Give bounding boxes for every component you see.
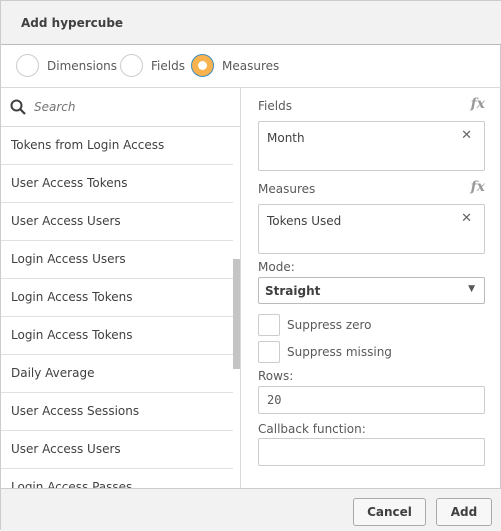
dialog-footer: Cancel Add	[1, 488, 501, 531]
radio-circle[interactable]	[120, 54, 143, 77]
checkbox-label: Suppress zero	[287, 318, 372, 332]
type-radio-group: Dimensions Fields Measures	[1, 45, 501, 88]
list-item[interactable]: User Access Sessions	[1, 393, 233, 431]
properties-panel: Fields fx Month ✕ Measures fx Tokens Used…	[242, 88, 501, 488]
close-icon[interactable]: ✕	[461, 211, 472, 226]
list-item[interactable]: Login Access Passes	[1, 469, 233, 488]
list-item[interactable]: Tokens from Login Access	[1, 127, 233, 165]
dialog-header: Add hypercube	[1, 1, 501, 45]
fx-icon[interactable]: fx	[471, 96, 485, 112]
scrollbar-thumb[interactable]	[233, 259, 240, 369]
radio-circle-selected[interactable]	[191, 54, 214, 77]
measures-box[interactable]: Tokens Used ✕	[258, 204, 485, 254]
mode-select[interactable]: Straight ▼	[258, 277, 485, 304]
cancel-button[interactable]: Cancel	[353, 498, 426, 526]
rows-label: Rows:	[258, 369, 294, 383]
field-chip: Month	[267, 131, 305, 145]
radio-dimensions[interactable]: Dimensions	[16, 54, 117, 77]
mode-label: Mode:	[258, 260, 295, 274]
radio-circle[interactable]	[16, 54, 39, 77]
list-item[interactable]: Login Access Users	[1, 241, 233, 279]
measure-list: Tokens from Login Access User Access Toke…	[1, 127, 240, 488]
checkbox[interactable]	[258, 314, 280, 336]
list-item[interactable]: Login Access Tokens	[1, 279, 233, 317]
list-item[interactable]: Daily Average	[1, 355, 233, 393]
add-button[interactable]: Add	[436, 498, 492, 526]
checkbox[interactable]	[258, 341, 280, 363]
list-item[interactable]: User Access Tokens	[1, 165, 233, 203]
list-item[interactable]: Login Access Tokens	[1, 317, 233, 355]
fields-box[interactable]: Month ✕	[258, 121, 485, 171]
search-icon	[10, 99, 26, 115]
callback-label: Callback function:	[258, 422, 366, 436]
chevron-down-icon: ▼	[468, 284, 475, 294]
callback-input[interactable]	[258, 438, 485, 466]
mode-value: Straight	[265, 284, 321, 298]
list-item[interactable]: User Access Users	[1, 203, 233, 241]
suppress-zero-checkbox[interactable]: Suppress zero	[258, 314, 372, 336]
measure-list-panel: Tokens from Login AccessUser Access Toke…	[1, 88, 241, 488]
measure-chip: Tokens Used	[267, 214, 342, 228]
search-input[interactable]	[34, 100, 214, 114]
measures-label: Measures	[258, 182, 316, 196]
search-bar	[1, 88, 240, 127]
fields-label: Fields	[258, 99, 292, 113]
radio-label: Dimensions	[47, 58, 118, 73]
list-item[interactable]: User Access Users	[1, 431, 233, 469]
rows-input[interactable]	[258, 386, 485, 414]
radio-fields[interactable]: Fields	[120, 54, 185, 77]
radio-label: Measures	[222, 58, 280, 73]
fx-icon[interactable]: fx	[471, 179, 485, 195]
radio-label: Fields	[151, 58, 185, 73]
suppress-missing-checkbox[interactable]: Suppress missing	[258, 341, 392, 363]
dialog-title: Add hypercube	[21, 16, 124, 30]
checkbox-label: Suppress missing	[287, 345, 392, 359]
add-hypercube-dialog: Add hypercube Dimensions Fields Measures…	[0, 0, 501, 531]
radio-measures[interactable]: Measures	[191, 54, 279, 77]
close-icon[interactable]: ✕	[461, 128, 472, 143]
